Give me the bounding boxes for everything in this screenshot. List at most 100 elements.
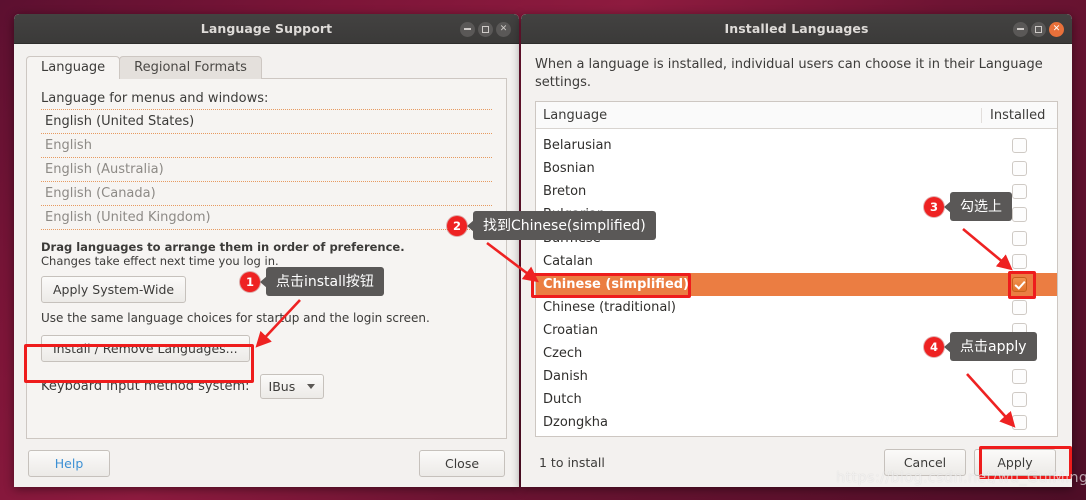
keyboard-input-method-label: Keyboard input method system: (41, 379, 250, 394)
installed-cell (981, 276, 1057, 292)
checkbox-icon[interactable] (1011, 207, 1027, 223)
table-row[interactable]: Chinese (traditional) (536, 296, 1057, 319)
tab-bar: Language Regional Formats (26, 54, 507, 79)
installed-cell (981, 415, 1057, 431)
installed-cell (981, 322, 1057, 338)
checkbox-icon[interactable] (1011, 369, 1027, 385)
table-row[interactable]: Croatian (536, 319, 1057, 342)
left-window-titlebar[interactable]: Language Support ✕ (14, 14, 519, 44)
install-remove-wrap: Install / Remove Languages... (41, 335, 492, 362)
install-remove-languages-button[interactable]: Install / Remove Languages... (41, 335, 250, 362)
language-name: Breton (543, 184, 587, 200)
right-window-footer: 1 to install Cancel Apply (535, 437, 1058, 487)
apply-system-wide-wrap: Apply System-Wide (41, 276, 492, 303)
maximize-icon[interactable] (1031, 21, 1046, 37)
installed-cell (981, 184, 1057, 200)
apply-button[interactable]: Apply (974, 448, 1056, 476)
checkbox-icon[interactable] (1011, 299, 1027, 315)
installed-languages-description: When a language is installed, individual… (535, 57, 1043, 90)
table-row[interactable]: Bosnian (536, 157, 1057, 180)
language-tree-header: Language Installed (536, 102, 1057, 130)
left-window-footer: Help Close (26, 439, 507, 487)
table-row[interactable]: Burmese (536, 226, 1057, 249)
right-window-body: When a language is installed, individual… (521, 44, 1072, 487)
language-name: Bulgarian (543, 207, 606, 223)
list-item[interactable]: English (Canada) (41, 181, 492, 205)
close-icon[interactable]: ✕ (1049, 21, 1064, 37)
table-row[interactable]: Danish (536, 365, 1057, 388)
checkbox-icon[interactable] (1011, 345, 1027, 361)
keyboard-input-method-value: IBus (268, 379, 296, 394)
language-name: Chinese (traditional) (543, 299, 676, 315)
installed-cell (981, 230, 1057, 246)
installed-cell (981, 207, 1057, 223)
installed-cell (981, 345, 1057, 361)
list-item[interactable]: English (United States) (41, 109, 492, 133)
tab-filler (260, 54, 507, 79)
left-window-body: Language Regional Formats Language for m… (14, 44, 519, 487)
drag-hint: Changes take effect next time you log in… (41, 254, 279, 268)
installed-languages-window: Installed Languages ✕ When a language is… (521, 14, 1072, 487)
tab-language[interactable]: Language (26, 56, 121, 79)
checkbox-icon[interactable] (1011, 415, 1027, 431)
cancel-button[interactable]: Cancel (884, 448, 966, 476)
checkbox-icon[interactable] (1011, 138, 1027, 154)
list-item[interactable]: English (Australia) (41, 157, 492, 181)
drag-hint-bold: Drag languages to arrange them in order … (41, 240, 405, 254)
keyboard-input-method-select[interactable]: IBus (259, 374, 325, 399)
language-name: Czech (543, 345, 583, 361)
help-button[interactable]: Help (28, 449, 110, 477)
checkbox-icon[interactable] (1011, 161, 1027, 177)
language-name: Chinese (simplified) (543, 276, 690, 292)
minimize-icon[interactable] (460, 21, 475, 37)
close-button[interactable]: Close (419, 449, 505, 477)
installed-cell (981, 161, 1057, 177)
table-row[interactable]: Czech (536, 342, 1057, 365)
table-row[interactable]: Bulgarian (536, 203, 1057, 226)
installed-cell (981, 369, 1057, 385)
installed-cell (981, 253, 1057, 269)
left-window-controls: ✕ (460, 14, 511, 44)
column-header-language[interactable]: Language (536, 108, 981, 123)
table-row[interactable]: Dzongkha (536, 411, 1057, 434)
tab-regional-formats[interactable]: Regional Formats (119, 56, 262, 79)
keyboard-input-method-row: Keyboard input method system: IBus (41, 374, 492, 399)
table-row[interactable]: Catalan (536, 250, 1057, 273)
column-header-installed[interactable]: Installed (981, 107, 1057, 123)
list-item[interactable]: English (41, 133, 492, 157)
language-tree: Language Installed Belarusian Bosnian Bret… (535, 101, 1058, 437)
right-window-titlebar[interactable]: Installed Languages ✕ (521, 14, 1072, 44)
preferred-language-list[interactable]: English (United States) English English … (41, 109, 492, 230)
language-name: Bosnian (543, 161, 595, 177)
checkbox-icon[interactable] (1011, 392, 1027, 408)
dialog-actions: Cancel Apply (884, 448, 1056, 476)
table-row[interactable]: Belarusian (536, 134, 1057, 157)
language-tab-panel: Language for menus and windows: English … (26, 78, 507, 439)
language-name: Croatian (543, 322, 598, 338)
language-support-window: Language Support ✕ Language Regional For… (14, 14, 519, 487)
language-name: Belarusian (543, 138, 612, 154)
installed-cell (981, 138, 1057, 154)
system-wide-note: Use the same language choices for startu… (41, 311, 430, 325)
checkbox-icon[interactable] (1011, 322, 1027, 338)
table-row[interactable]: Dutch (536, 388, 1057, 411)
language-tree-body[interactable]: Belarusian Bosnian Breton Bulgarian Burmese C… (536, 129, 1057, 436)
checkbox-checked-icon[interactable] (1011, 276, 1027, 292)
apply-system-wide-button[interactable]: Apply System-Wide (41, 276, 187, 303)
installed-cell (981, 392, 1057, 408)
chevron-down-icon (307, 384, 316, 389)
left-window-title: Language Support (200, 21, 333, 36)
language-name: Dutch (543, 392, 582, 408)
table-row[interactable]: Breton (536, 180, 1057, 203)
table-row[interactable]: Chinese (simplified) (536, 272, 1057, 296)
language-section-label: Language for menus and windows: (41, 91, 269, 106)
checkbox-icon[interactable] (1011, 184, 1027, 200)
maximize-icon[interactable] (478, 21, 493, 37)
close-icon[interactable]: ✕ (496, 21, 511, 37)
minimize-icon[interactable] (1013, 21, 1028, 37)
checkbox-icon[interactable] (1011, 230, 1027, 246)
language-name: Burmese (543, 230, 601, 246)
language-name: Catalan (543, 253, 593, 269)
list-item[interactable]: English (United Kingdom) (41, 205, 492, 230)
checkbox-icon[interactable] (1011, 253, 1027, 269)
